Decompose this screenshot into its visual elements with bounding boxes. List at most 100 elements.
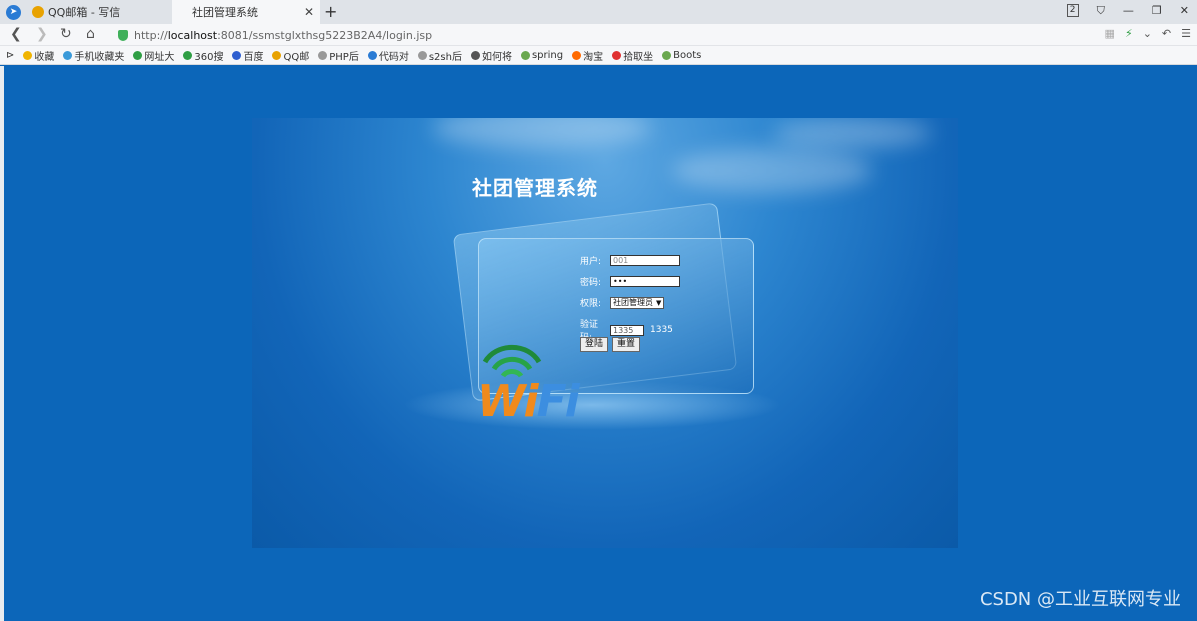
csdn-watermark: CSDN @工业互联网专业 (979, 589, 1181, 610)
tab-club-system[interactable]: 社团管理系统 ✕ (172, 0, 320, 24)
reload-icon[interactable]: ↻ (60, 26, 72, 42)
page-icon (417, 50, 427, 60)
bookmark-item[interactable]: spring (520, 49, 564, 61)
role-select[interactable]: 社团管理员 ▼ (610, 296, 665, 309)
forward-icon[interactable]: ❯ (36, 26, 48, 42)
bookmark-label: Boots (673, 49, 702, 61)
login-button[interactable]: 登陆 (580, 337, 609, 352)
window-controls: 2 ⛉ — ❐ ✕ (1066, 4, 1189, 18)
shirt-icon[interactable]: ⛉ (1097, 4, 1105, 18)
bootstrap-icon (662, 50, 672, 60)
bookmark-label: 手机收藏夹 (74, 51, 125, 63)
bookmark-label: 百度 (243, 51, 264, 63)
chevron-down-icon: ▼ (656, 298, 662, 307)
phone-icon (63, 50, 73, 60)
bookmark-item[interactable]: s2sh后 (417, 48, 462, 63)
menu-icon[interactable]: ☰ (1181, 27, 1191, 40)
bookmark-item[interactable]: 代码对 (367, 48, 409, 63)
restore-icon[interactable]: ❐ (1152, 4, 1162, 18)
url-path: :8081/ssmstglxthsg5223B2A4/login.jsp (217, 28, 433, 42)
lightning-icon[interactable]: ⚡ (1125, 27, 1133, 40)
security-shield-icon (118, 29, 128, 41)
home-icon[interactable]: ⌂ (86, 26, 95, 42)
bookmarks-expand-icon[interactable]: ⊳ (6, 50, 14, 61)
bookmark-label: QQ邮 (283, 51, 310, 63)
address-bar-row: ❮ ❯ ↻ ⌂ http://localhost:8081/ssmstglxth… (0, 24, 1197, 46)
taobao-icon (572, 50, 582, 60)
back-icon[interactable]: ❮ (10, 26, 22, 42)
cloud-decor (432, 118, 652, 148)
pin-icon (612, 50, 622, 60)
page-title: 社团管理系统 (472, 176, 598, 200)
bookmark-label: 拾取坐 (623, 51, 654, 63)
globe-icon (133, 50, 143, 60)
user-input[interactable]: 001 (610, 255, 680, 266)
tab-qqmail[interactable]: QQ邮箱 - 写信 (32, 0, 172, 24)
paw-icon (232, 50, 242, 60)
wifi-logo: WiFi (477, 376, 580, 427)
role-label: 权限: (580, 299, 602, 309)
browser-logo-icon[interactable]: ➤ (6, 5, 21, 20)
bookmark-item[interactable]: 手机收藏夹 (63, 48, 124, 63)
bookmark-item[interactable]: 360搜 (183, 48, 223, 63)
bookmark-item[interactable]: QQ邮 (272, 48, 309, 63)
bookmark-label: s2sh后 (428, 51, 462, 63)
bookmark-label: spring (531, 49, 564, 61)
bookmark-label: 代码对 (378, 51, 409, 63)
bookmark-item[interactable]: 网址大 (133, 48, 174, 63)
button-row: 登陆 重置 (580, 337, 644, 352)
page-icon (318, 50, 328, 60)
new-tab-button[interactable]: + (324, 2, 337, 21)
cloud-decor (772, 118, 932, 148)
bookmark-item[interactable]: 拾取坐 (612, 48, 653, 63)
user-label: 用户: (580, 257, 602, 267)
reader-icon[interactable]: ▦ (1105, 27, 1115, 40)
url-host: localhost (167, 28, 218, 42)
url-prefix: http:// (134, 28, 168, 42)
bookmark-label: 网址大 (144, 51, 175, 63)
bookmark-label: 如何将 (481, 51, 512, 63)
captcha-input[interactable]: 1335 (610, 324, 644, 336)
star-icon (23, 50, 33, 60)
bookmark-label: PHP后 (329, 51, 359, 63)
bookmark-label: 收藏 (34, 51, 55, 63)
captcha-code[interactable]: 1335 (650, 325, 673, 335)
tab-label: 社团管理系统 (192, 6, 258, 19)
bookmark-item[interactable]: PHP后 (318, 48, 359, 63)
undo-icon[interactable]: ↶ (1162, 27, 1171, 40)
bookmark-label: 淘宝 (583, 51, 604, 63)
minimize-icon[interactable]: — (1123, 4, 1134, 18)
role-selected-value: 社团管理员 (613, 297, 653, 307)
window-count-badge[interactable]: 2 (1066, 4, 1079, 17)
page-background: 社团管理系统 用户: 001 密码: ••• 权限: 社团管理员 ▼ 验证码: … (4, 66, 1197, 621)
role-row: 权限: 社团管理员 ▼ (580, 296, 665, 309)
qqmail-favicon-icon (32, 6, 44, 18)
login-panel: 社团管理系统 用户: 001 密码: ••• 权限: 社团管理员 ▼ 验证码: … (252, 118, 958, 548)
tab-close-icon[interactable]: ✕ (304, 5, 314, 19)
url-field[interactable]: http://localhost:8081/ssmstglxthsg5223B2… (118, 27, 1098, 43)
wifi-logo-fi: Fi (536, 376, 580, 427)
bookmark-item[interactable]: 淘宝 (572, 48, 603, 63)
search-icon (183, 50, 193, 60)
chevron-down-icon[interactable]: ⌄ (1143, 27, 1152, 40)
bookmarks-bar: ⊳ 收藏 手机收藏夹 网址大 360搜 百度 QQ邮 PHP后 代码对 s2sh后 如何将 spri… (0, 46, 1197, 65)
close-window-icon[interactable]: ✕ (1180, 4, 1189, 18)
bookmark-item[interactable]: 收藏 (23, 48, 54, 63)
address-bar-actions: ▦ ⚡ ⌄ ↶ ☰ (1105, 27, 1191, 40)
tab-label: QQ邮箱 - 写信 (48, 6, 121, 19)
browser-tabbar: ➤ QQ邮箱 - 写信 社团管理系统 ✕ + 2 ⛉ — ❐ ✕ (0, 0, 1197, 24)
password-row: 密码: ••• (580, 275, 680, 288)
password-label: 密码: (580, 278, 602, 288)
reset-button[interactable]: 重置 (612, 337, 641, 352)
bookmark-label: 360搜 (194, 51, 224, 63)
user-row: 用户: 001 (580, 254, 680, 267)
cloud-decor (672, 148, 872, 193)
paw-icon (470, 50, 480, 60)
password-input[interactable]: ••• (610, 276, 680, 287)
wifi-logo-wi: Wi (477, 376, 539, 427)
mail-icon (272, 50, 282, 60)
bookmark-item[interactable]: Boots (662, 50, 701, 61)
bookmark-item[interactable]: 百度 (232, 48, 263, 63)
code-icon (367, 50, 377, 60)
bookmark-item[interactable]: 如何将 (470, 48, 512, 63)
